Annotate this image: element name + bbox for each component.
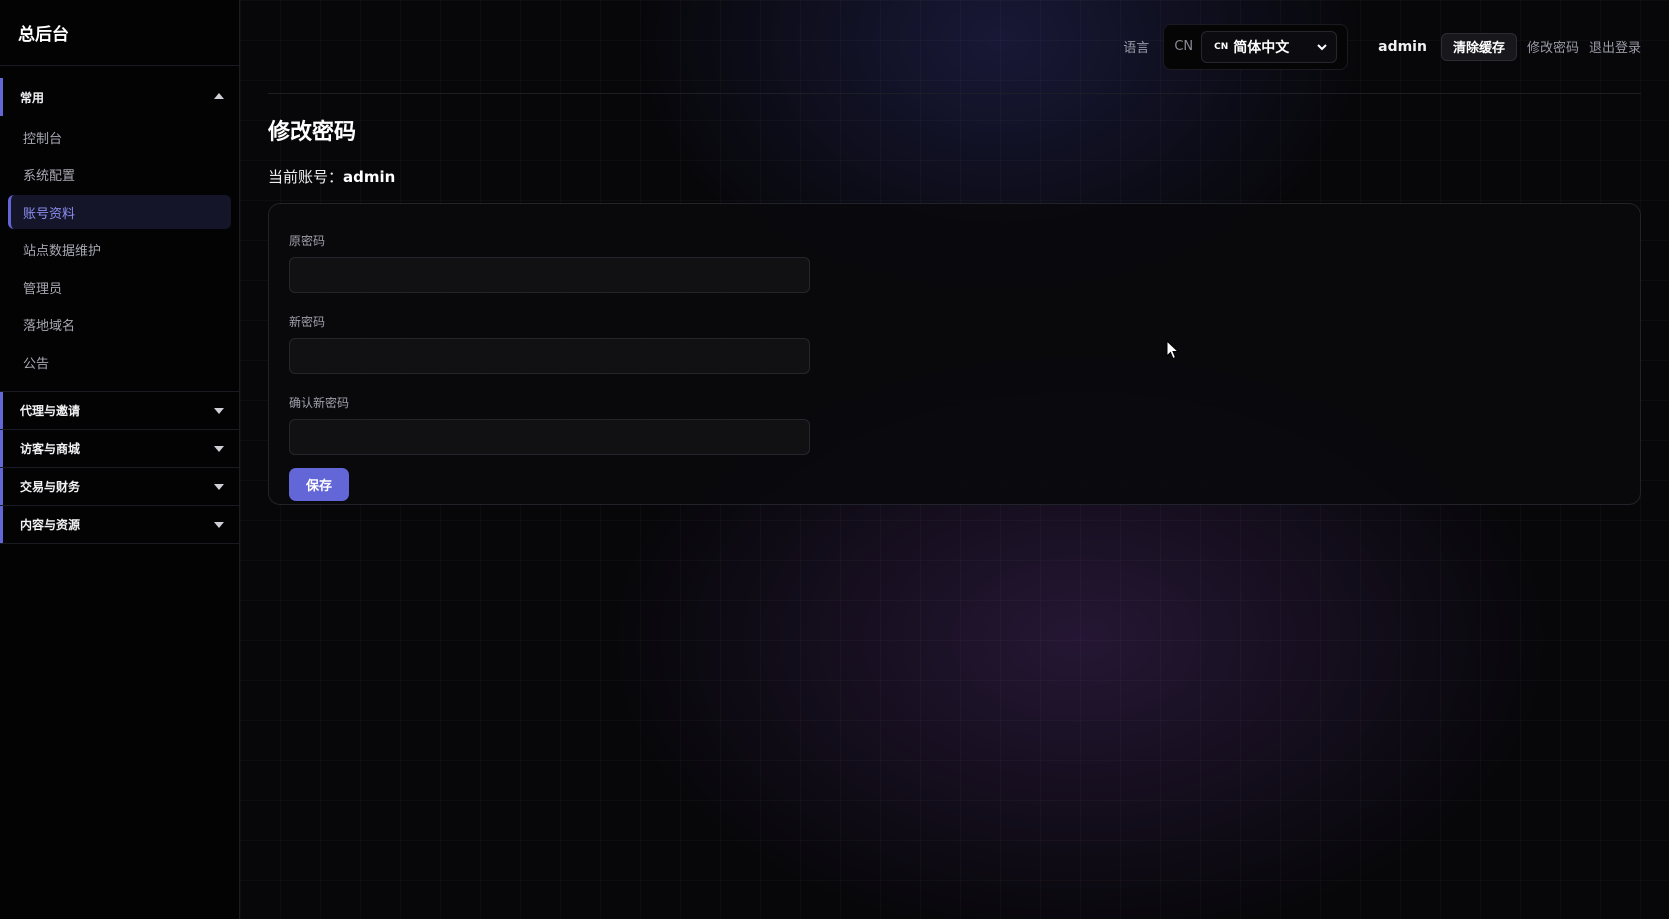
- page-title: 修改密码: [268, 120, 357, 145]
- mouse-pointer-icon: [1166, 340, 1180, 360]
- language-code: CN: [1174, 39, 1194, 54]
- sidebar-group-content[interactable]: 内容与资源: [0, 505, 239, 544]
- sidebar-submenu-common: 控制台 系统配置 账号资料 站点数据维护 管理员 落地域名 公告: [0, 116, 239, 392]
- sidebar-group-agents[interactable]: 代理与邀请: [0, 391, 239, 430]
- password-form-card: 原密码 新密码 确认新密码 保存: [268, 203, 1641, 505]
- sidebar-item-label: 管理员: [23, 281, 63, 297]
- confirm-password-label: 确认新密码: [289, 396, 350, 410]
- caret-up-icon: [214, 93, 224, 99]
- old-password-label: 原密码: [289, 234, 326, 248]
- sidebar-item-admins[interactable]: 管理员: [8, 270, 231, 304]
- caret-down-icon: [214, 408, 224, 414]
- main-area: 语言 CN CN 简体中文 admin 清除缓存 修改密码 退出登录 修改密码 …: [240, 0, 1669, 919]
- sidebar-item-system-config[interactable]: 系统配置: [8, 158, 231, 192]
- sidebar-group-label: 内容与资源: [20, 517, 81, 532]
- sidebar-group-label: 交易与财务: [20, 479, 81, 494]
- sidebar-item-label: 系统配置: [23, 169, 76, 184]
- sidebar-group-common[interactable]: 常用: [0, 78, 239, 116]
- app-root: 总后台 常用 控制台 系统配置 账号资料 站点数据维护 管理员 落地域名 公告 …: [0, 0, 1669, 919]
- current-user: admin: [1378, 38, 1427, 55]
- sidebar-item-label: 公告: [23, 356, 50, 372]
- account-prefix: 当前账号：: [268, 168, 344, 186]
- language-label: 语言: [1123, 41, 1150, 56]
- brand-title: 总后台: [0, 0, 239, 66]
- sidebar-item-label: 落地域名: [23, 319, 76, 334]
- new-password-label: 新密码: [289, 315, 326, 329]
- sidebar-item-label: 账号资料: [23, 206, 76, 222]
- sidebar-group-finance[interactable]: 交易与财务: [0, 467, 239, 506]
- sidebar-item-label: 站点数据维护: [23, 244, 102, 259]
- content: 语言 CN CN 简体中文 admin 清除缓存 修改密码 退出登录 修改密码 …: [240, 0, 1669, 505]
- sidebar-item-label: 控制台: [23, 131, 63, 147]
- save-button[interactable]: 保存: [289, 468, 349, 501]
- confirm-password-input[interactable]: [289, 419, 810, 455]
- language-switcher: CN CN 简体中文: [1163, 23, 1349, 70]
- clear-cache-button[interactable]: 清除缓存: [1440, 32, 1517, 61]
- new-password-input[interactable]: [289, 338, 810, 374]
- sidebar-group-label: 代理与邀请: [20, 403, 81, 418]
- sidebar-item-landing-domains[interactable]: 落地域名: [8, 308, 231, 342]
- topbar: 语言 CN CN 简体中文 admin 清除缓存 修改密码 退出登录: [268, 0, 1641, 94]
- current-account-line: 当前账号：admin: [268, 166, 1641, 187]
- language-select-code: CN: [1214, 41, 1229, 52]
- sidebar-item-site-data[interactable]: 站点数据维护: [8, 233, 231, 267]
- chevron-down-icon: [1317, 43, 1327, 50]
- change-password-link[interactable]: 修改密码: [1527, 37, 1579, 56]
- logout-link[interactable]: 退出登录: [1589, 37, 1641, 56]
- account-name: admin: [343, 168, 396, 186]
- sidebar-group-label: 访客与商城: [20, 441, 81, 456]
- sidebar: 总后台 常用 控制台 系统配置 账号资料 站点数据维护 管理员 落地域名 公告 …: [0, 0, 240, 919]
- sidebar-group-visitors[interactable]: 访客与商城: [0, 429, 239, 468]
- caret-down-icon: [214, 484, 224, 490]
- caret-down-icon: [214, 446, 224, 452]
- language-select[interactable]: CN 简体中文: [1201, 30, 1338, 63]
- language-select-value: 简体中文: [1233, 39, 1290, 56]
- sidebar-item-account-profile[interactable]: 账号资料: [8, 195, 231, 229]
- sidebar-item-dashboard[interactable]: 控制台: [8, 120, 231, 154]
- sidebar-item-announcements[interactable]: 公告: [8, 345, 231, 379]
- sidebar-group-label: 常用: [20, 90, 45, 105]
- old-password-input[interactable]: [289, 257, 810, 293]
- caret-down-icon: [214, 522, 224, 528]
